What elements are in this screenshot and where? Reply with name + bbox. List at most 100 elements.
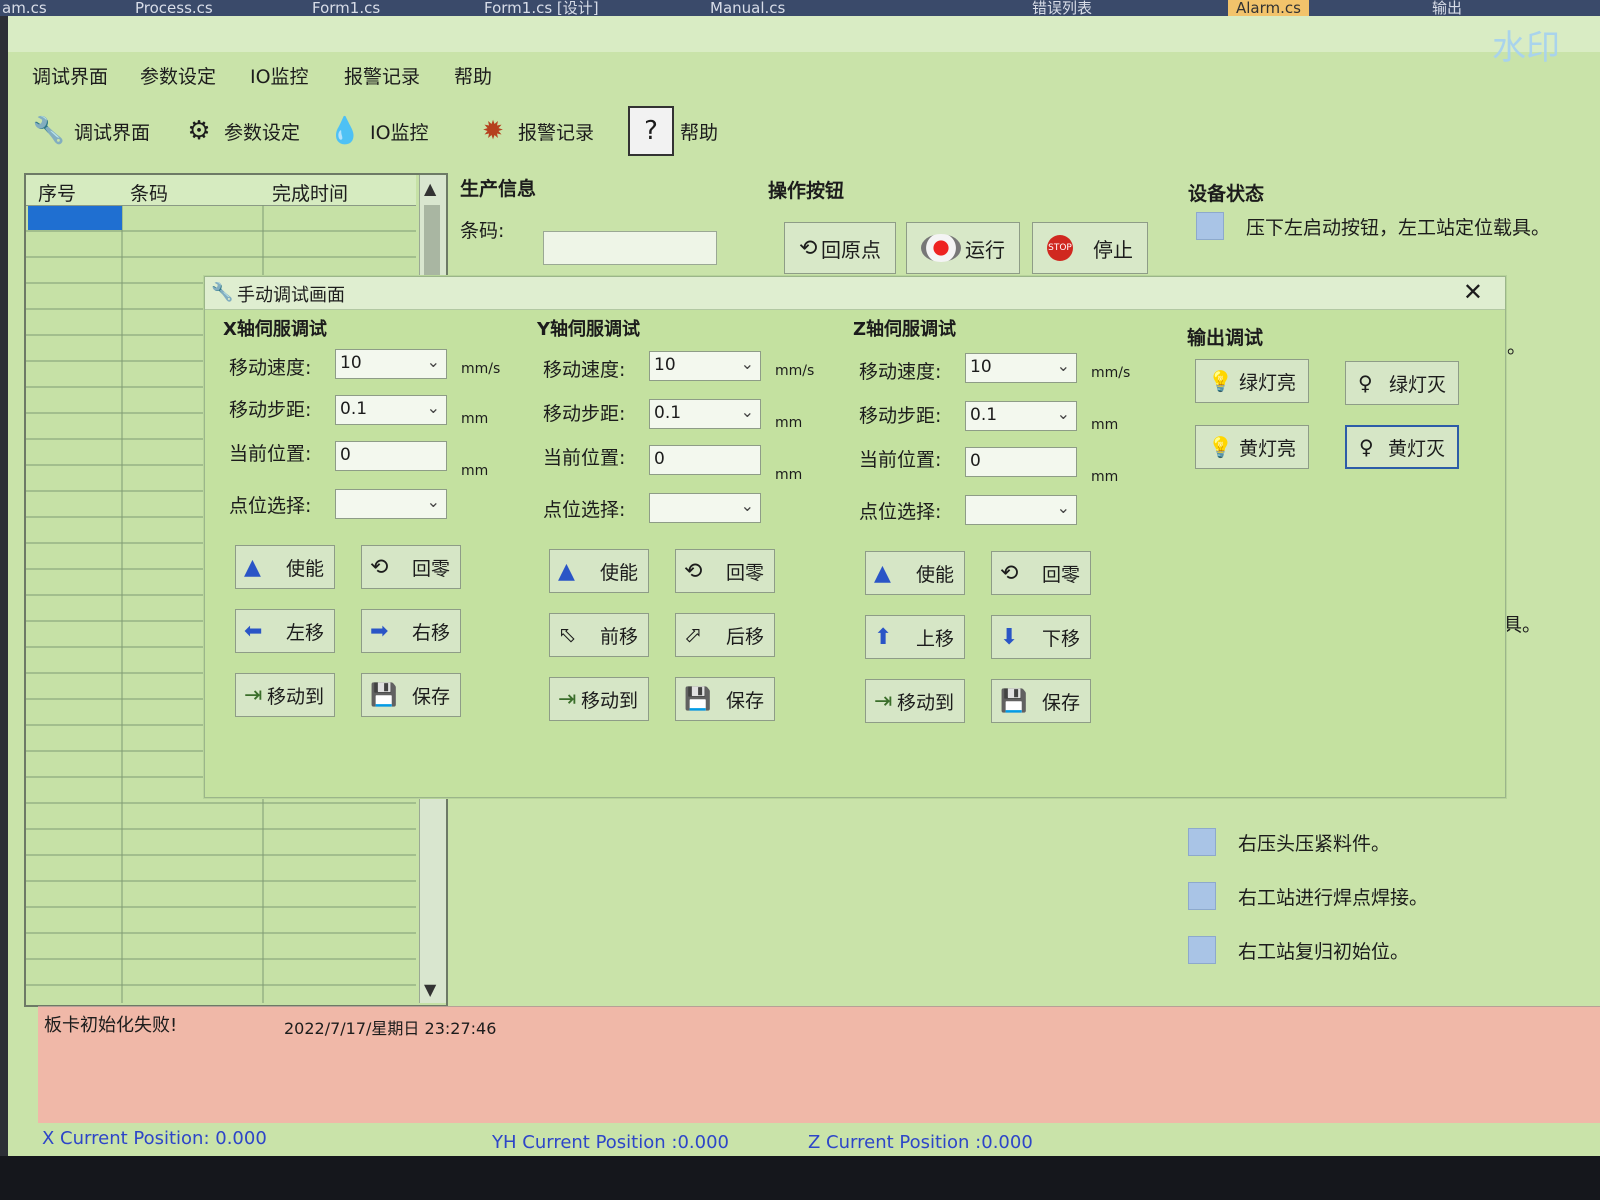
barcode-input[interactable] [543, 231, 717, 265]
x-position-input[interactable]: 0 [335, 441, 447, 471]
dialog-titlebar[interactable]: 🔧 手动调试画面 ✕ [205, 277, 1505, 310]
z-position-input[interactable]: 0 [965, 447, 1077, 477]
ide-tab[interactable]: 输出 [1432, 0, 1462, 16]
y-moveto-button[interactable]: ⇥ 移动到 [549, 677, 649, 721]
z-home-button[interactable]: ⟲ 回零 [991, 551, 1091, 595]
y-save-button[interactable]: 💾 保存 [675, 677, 775, 721]
button-label: 使能 [599, 561, 638, 584]
x-left-button[interactable]: ⬅ 左移 [235, 609, 335, 653]
z-moveto-button[interactable]: ⇥ 移动到 [865, 679, 965, 723]
yellow-off-button[interactable]: ♀ 黄灯灭 [1345, 425, 1459, 469]
grid-header-barcode[interactable]: 条码 [130, 179, 168, 206]
position-label: 当前位置: [543, 447, 626, 469]
y-point-select[interactable]: ⌄ [649, 493, 761, 523]
yellow-on-button[interactable]: 💡 黄灯亮 [1195, 425, 1309, 469]
toolbar-params-button[interactable]: ⚙ 参数设定 [180, 100, 300, 162]
x-home-button[interactable]: ⟲ 回零 [361, 545, 461, 589]
toolbar-help-button[interactable]: ? 帮助 [628, 100, 718, 162]
toolbar-io-button[interactable]: 💧 IO监控 [326, 100, 429, 162]
chevron-down-icon: ⌄ [426, 492, 440, 511]
z-step-select[interactable]: 0.1 ⌄ [965, 401, 1077, 431]
ide-tab[interactable]: Form1.cs [312, 0, 380, 16]
step-label: 移动步距: [859, 405, 942, 427]
forward-icon: ⬁ [558, 622, 577, 648]
z-up-button[interactable]: ⬆ 上移 [865, 615, 965, 659]
scroll-down-icon[interactable]: ▼ [424, 980, 436, 999]
x-enable-button[interactable]: ▲ 使能 [235, 545, 335, 589]
lightbulb-off-icon: ♀ [1358, 371, 1373, 395]
close-icon[interactable]: ✕ [1463, 280, 1483, 304]
green-off-button[interactable]: ♀ 绿灯灭 [1345, 361, 1459, 405]
button-label: 后移 [725, 625, 764, 648]
x-position-readout: X Current Position: 0.000 [42, 1128, 267, 1149]
move-to-icon: ⇥ [558, 686, 577, 712]
x-right-button[interactable]: ➡ 右移 [361, 609, 461, 653]
ide-tab[interactable]: Manual.cs [710, 0, 785, 16]
button-label: 保存 [725, 689, 764, 712]
x-point-select[interactable]: ⌄ [335, 489, 447, 519]
select-value: 10 [970, 357, 992, 377]
z-axis-title: Z轴伺服调试 [853, 319, 957, 340]
button-label: 黄灯亮 [1238, 437, 1296, 460]
y-axis-title: Y轴伺服调试 [537, 319, 641, 340]
speed-unit: mm/s [461, 361, 501, 377]
menu-io[interactable]: IO监控 [250, 62, 309, 89]
x-moveto-button[interactable]: ⇥ 移动到 [235, 673, 335, 717]
point-label: 点位选择: [543, 499, 626, 521]
grid-selected-cell[interactable] [28, 206, 122, 230]
status-text: 右工站复归初始位。 [1238, 940, 1410, 963]
point-label: 点位选择: [229, 495, 312, 517]
run-button[interactable]: 运行 [906, 222, 1020, 274]
x-speed-select[interactable]: 10 ⌄ [335, 349, 447, 379]
status-text: 右工站进行焊点焊接。 [1238, 886, 1429, 909]
lightbulb-on-icon: 💡 [1208, 369, 1233, 393]
z-down-button[interactable]: ⬇ 下移 [991, 615, 1091, 659]
z-enable-button[interactable]: ▲ 使能 [865, 551, 965, 595]
button-label: 前移 [599, 625, 638, 648]
ide-tab[interactable]: 错误列表 [1032, 0, 1092, 16]
z-save-button[interactable]: 💾 保存 [991, 679, 1091, 723]
z-speed-select[interactable]: 10 ⌄ [965, 353, 1077, 383]
grid-header-index[interactable]: 序号 [38, 179, 76, 206]
menu-params[interactable]: 参数设定 [140, 62, 216, 89]
scroll-up-icon[interactable]: ▲ [424, 179, 436, 198]
y-home-button[interactable]: ⟲ 回零 [675, 549, 775, 593]
y-step-select[interactable]: 0.1 ⌄ [649, 399, 761, 429]
y-forward-button[interactable]: ⬁ 前移 [549, 613, 649, 657]
y-enable-button[interactable]: ▲ 使能 [549, 549, 649, 593]
speed-unit: mm/s [1091, 365, 1131, 381]
position-label: 当前位置: [859, 449, 942, 471]
toolbar-debug-button[interactable]: 🔧 调试界面 [30, 100, 150, 162]
menu-alarm[interactable]: 报警记录 [344, 62, 420, 89]
grid-header-time[interactable]: 完成时间 [272, 179, 348, 206]
x-save-button[interactable]: 💾 保存 [361, 673, 461, 717]
menu-debug[interactable]: 调试界面 [32, 62, 108, 89]
y-speed-select[interactable]: 10 ⌄ [649, 351, 761, 381]
enable-icon: ▲ [558, 558, 575, 584]
ide-tab[interactable]: Form1.cs [设计] [484, 0, 599, 16]
point-label: 点位选择: [859, 501, 942, 523]
x-step-select[interactable]: 0.1 ⌄ [335, 395, 447, 425]
ide-tab[interactable]: Process.cs [135, 0, 213, 16]
stop-button[interactable]: STOP 停止 [1032, 222, 1148, 274]
y-backward-button[interactable]: ⬀ 后移 [675, 613, 775, 657]
menu-help[interactable]: 帮助 [454, 62, 492, 89]
ide-tab[interactable]: Alarm.cs [1228, 0, 1309, 16]
move-to-icon: ⇥ [874, 688, 893, 714]
toolbar-label: IO监控 [370, 121, 429, 144]
toolbar-label: 调试界面 [74, 121, 151, 144]
backward-icon: ⬀ [684, 622, 703, 648]
z-point-select[interactable]: ⌄ [965, 495, 1077, 525]
ide-tab[interactable]: am.cs [2, 0, 47, 16]
scroll-thumb[interactable] [424, 205, 440, 275]
window-titlebar: 水印 [8, 16, 1600, 68]
home-button[interactable]: ⟲ 回原点 [784, 222, 896, 274]
toolbar-alarm-button[interactable]: ✹ 报警记录 [474, 100, 594, 162]
button-label: 绿灯亮 [1238, 371, 1296, 394]
y-position-input[interactable]: 0 [649, 445, 761, 475]
arrow-left-icon: ⬅ [244, 618, 263, 644]
position-label: 当前位置: [229, 443, 312, 465]
green-on-button[interactable]: 💡 绿灯亮 [1195, 359, 1309, 403]
status-item: 右工站进行焊点焊接。 [1188, 882, 1428, 910]
length-unit: mm [775, 467, 803, 483]
